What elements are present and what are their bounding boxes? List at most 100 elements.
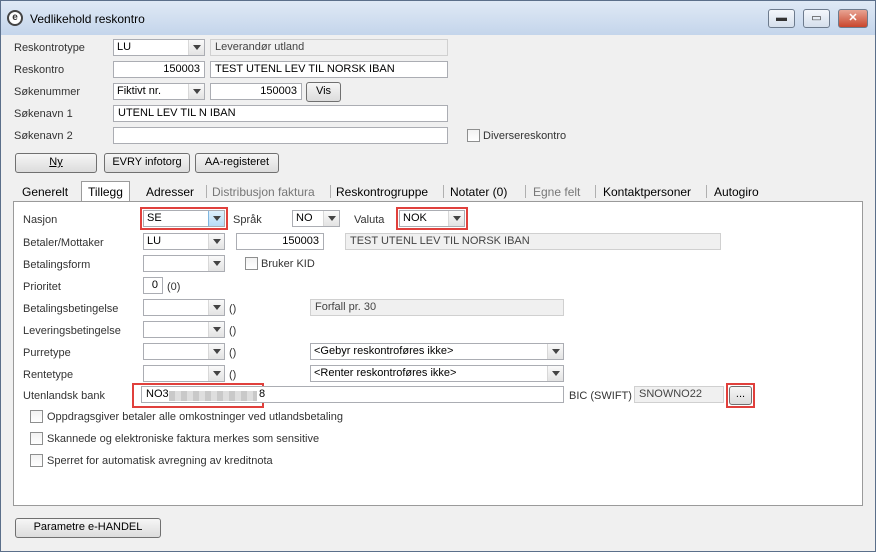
chevron-down-icon[interactable] xyxy=(448,211,464,226)
reskontrotype-select[interactable]: LU xyxy=(113,39,205,56)
chevron-down-icon[interactable] xyxy=(323,211,339,226)
tab-reskontrogruppe[interactable]: Reskontrogruppe xyxy=(336,183,428,201)
betaler-number-input[interactable]: 150003 xyxy=(236,233,324,250)
tab-notater[interactable]: Notater (0) xyxy=(450,183,507,201)
tab-separator xyxy=(525,185,526,198)
browse-bank-button[interactable]: ... xyxy=(729,386,752,405)
sokenavn2-input[interactable] xyxy=(113,127,448,144)
evry-infotorg-button[interactable]: EVRY infotorg xyxy=(104,153,190,173)
chevron-down-icon[interactable] xyxy=(208,234,224,249)
prioritet-input[interactable]: 0 xyxy=(143,277,163,294)
bic-field: SNOWNO22 xyxy=(634,386,724,403)
tab-kontaktpersoner[interactable]: Kontaktpersoner xyxy=(603,183,691,201)
tillegg-panel: Nasjon SE Språk NO Valuta NOK Betaler/Mo… xyxy=(13,201,863,506)
leveringsbetingelse-label: Leveringsbetingelse xyxy=(23,325,121,337)
tab-generelt[interactable]: Generelt xyxy=(22,183,68,201)
rentetype-renter-value: <Renter reskontroføres ikke> xyxy=(314,367,457,379)
tab-autogiro[interactable]: Autogiro xyxy=(714,183,759,201)
chevron-down-icon[interactable] xyxy=(208,300,224,315)
chevron-down-icon[interactable] xyxy=(208,322,224,337)
sprak-value: NO xyxy=(296,212,313,224)
betaler-name: TEST UTENL LEV TIL NORSK IBAN xyxy=(345,233,721,250)
betalingsbetingelse-select[interactable] xyxy=(143,299,225,316)
purretype-label: Purretype xyxy=(23,347,71,359)
oppdragsgiver-checkbox[interactable] xyxy=(30,410,43,423)
sokenummer-input[interactable]: 150003 xyxy=(210,83,302,100)
chevron-down-icon[interactable] xyxy=(547,366,563,381)
aa-registeret-button[interactable]: AA-registeret xyxy=(195,153,279,173)
chevron-down-icon[interactable] xyxy=(547,344,563,359)
close-button[interactable]: ✕ xyxy=(838,9,868,28)
diversereskontro-label: Diversereskontro xyxy=(483,130,567,142)
app-logo-icon: e xyxy=(7,10,23,26)
chevron-down-icon[interactable] xyxy=(208,344,224,359)
bruker-kid-label: Bruker KID xyxy=(261,258,315,270)
window-title: Vedlikehold reskontro xyxy=(30,12,145,26)
reskontro-label: Reskontro xyxy=(14,64,65,76)
bruker-kid-checkbox[interactable] xyxy=(245,257,258,270)
purretype-select[interactable] xyxy=(143,343,225,360)
sokenummer-type-select[interactable]: Fiktivt nr. xyxy=(113,83,205,100)
sprak-label: Språk xyxy=(233,214,262,226)
sperret-label: Sperret for automatisk avregning av kred… xyxy=(47,455,273,467)
nasjon-value: SE xyxy=(147,212,162,224)
valuta-select[interactable]: NOK xyxy=(399,210,465,227)
minimize-button[interactable]: ▬ xyxy=(768,9,795,28)
sensitive-checkbox[interactable] xyxy=(30,432,43,445)
chevron-down-icon[interactable] xyxy=(188,40,204,55)
vis-button[interactable]: Vis xyxy=(306,82,341,102)
oppdragsgiver-label: Oppdragsgiver betaler alle omkostninger … xyxy=(47,411,343,423)
sperret-checkbox[interactable] xyxy=(30,454,43,467)
rentetype-label: Rentetype xyxy=(23,369,74,381)
valuta-label: Valuta xyxy=(354,214,385,226)
tab-adresser[interactable]: Adresser xyxy=(146,183,194,201)
bank-account-suffix: 8 xyxy=(259,388,266,400)
ny-button[interactable]: Ny xyxy=(15,153,97,173)
leveringsbetingelse-select[interactable] xyxy=(143,321,225,338)
sokenavn2-label: Søkenavn 2 xyxy=(14,130,73,142)
sprak-select[interactable]: NO xyxy=(292,210,340,227)
tab-tillegg[interactable]: Tillegg xyxy=(81,181,130,202)
sokenavn1-label: Søkenavn 1 xyxy=(14,108,73,120)
nasjon-label: Nasjon xyxy=(23,214,58,226)
utenlandsk-bank-label: Utenlandsk bank xyxy=(23,390,105,402)
rentetype-description: () xyxy=(229,369,237,381)
utenlandsk-bank-input[interactable]: NO3 8 xyxy=(141,386,564,403)
tab-distribusjon-faktura[interactable]: Distribusjon faktura xyxy=(212,183,315,201)
reskontrotype-description: Leverandør utland xyxy=(210,39,448,56)
parametre-ehandel-button[interactable]: Parametre e-HANDEL xyxy=(15,518,161,538)
reskontro-number-input[interactable]: 150003 xyxy=(113,61,205,78)
chevron-down-icon[interactable] xyxy=(208,366,224,381)
tab-separator xyxy=(443,185,444,198)
prioritet-label: Prioritet xyxy=(23,281,61,293)
restore-button[interactable]: ▭ xyxy=(803,9,830,28)
main-window: e Vedlikehold reskontro ▬ ▭ ✕ Reskontrot… xyxy=(0,0,876,552)
tab-separator xyxy=(330,185,331,198)
nasjon-select[interactable]: SE xyxy=(143,210,225,227)
tab-separator xyxy=(595,185,596,198)
tab-separator xyxy=(206,185,207,198)
tab-separator xyxy=(706,185,707,198)
tab-egne-felt[interactable]: Egne felt xyxy=(533,183,580,201)
rentetype-select[interactable] xyxy=(143,365,225,382)
betalingsform-select[interactable] xyxy=(143,255,225,272)
redacted-mask xyxy=(169,391,257,401)
betaler-type-select[interactable]: LU xyxy=(143,233,225,250)
diversereskontro-checkbox[interactable] xyxy=(467,129,480,142)
purretype-description: () xyxy=(229,347,237,359)
reskontro-name-input[interactable]: TEST UTENL LEV TIL NORSK IBAN xyxy=(210,61,448,78)
rentetype-renter-select[interactable]: <Renter reskontroføres ikke> xyxy=(310,365,564,382)
betalingsform-label: Betalingsform xyxy=(23,259,91,271)
title-bar[interactable]: e Vedlikehold reskontro ▬ ▭ ✕ xyxy=(1,1,875,35)
reskontrotype-label: Reskontrotype xyxy=(14,42,85,54)
chevron-down-icon[interactable] xyxy=(188,84,204,99)
betalingsbetingelse-label: Betalingsbetingelse xyxy=(23,303,119,315)
purretype-gebyr-value: <Gebyr reskontroføres ikke> xyxy=(314,345,454,357)
sokenavn1-input[interactable]: UTENL LEV TIL N IBAN xyxy=(113,105,448,122)
purretype-gebyr-select[interactable]: <Gebyr reskontroføres ikke> xyxy=(310,343,564,360)
chevron-down-icon[interactable] xyxy=(208,211,224,226)
leveringsbetingelse-description: () xyxy=(229,325,237,337)
tab-bar: Generelt Tillegg Adresser Distribusjon f… xyxy=(13,181,863,202)
bank-account-prefix: NO3 xyxy=(146,388,169,400)
chevron-down-icon[interactable] xyxy=(208,256,224,271)
